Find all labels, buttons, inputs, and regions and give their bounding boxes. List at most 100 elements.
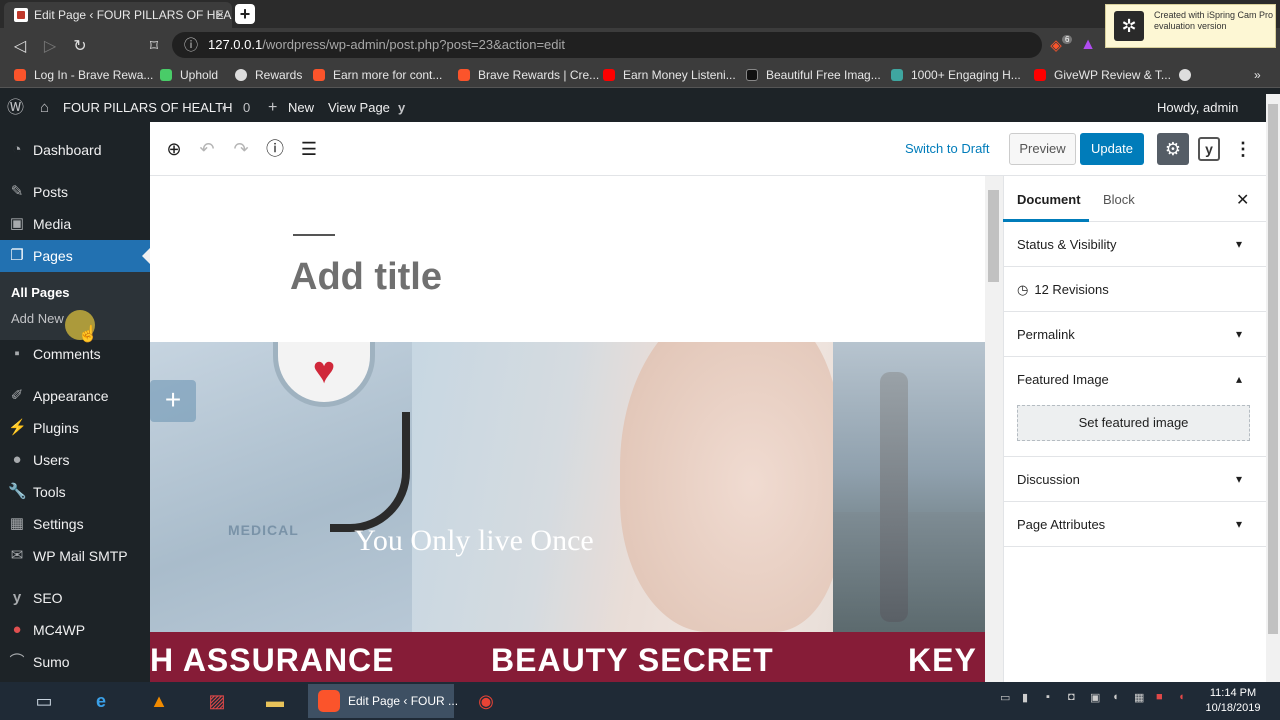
bookmark-item[interactable]: 1000+ Engaging H... — [891, 62, 1021, 88]
settings-gear-icon[interactable]: ⚙ — [1157, 133, 1189, 165]
close-tab-icon[interactable]: × — [216, 2, 224, 28]
volume-icon[interactable]: ◖ — [1112, 691, 1119, 703]
new-tab-button[interactable]: + — [235, 4, 255, 24]
home-icon[interactable]: ⌂ — [40, 94, 49, 122]
brush-icon: ✐ — [10, 387, 24, 404]
desktop-app-icon[interactable]: ▭ — [26, 687, 62, 715]
sidebar-item-appearance[interactable]: ✐ Appearance — [0, 380, 150, 412]
sidebar-item-sumo[interactable]: ⌒ Sumo — [0, 646, 150, 678]
comment-icon: ▪ — [14, 345, 20, 362]
speaker-muted-icon[interactable]: ◖ — [1178, 691, 1185, 703]
taskbar-active-window[interactable]: Edit Page ‹ FOUR ... — [308, 684, 458, 718]
yoast-sidebar-icon[interactable]: y — [1198, 137, 1220, 161]
bookmark-item[interactable] — [1179, 62, 1199, 88]
discussion-section[interactable]: Discussion ▾ — [1003, 457, 1266, 502]
back-icon[interactable]: ◁ — [10, 36, 30, 56]
sidebar-item-label: Plugins — [33, 420, 79, 436]
preview-button[interactable]: Preview — [1009, 133, 1076, 165]
scrollbar-thumb[interactable] — [1268, 104, 1278, 634]
presentation-app-icon[interactable]: ▨ — [199, 687, 235, 715]
sidebar-item-settings[interactable]: ▦ Settings — [0, 508, 150, 540]
tray-icon[interactable]: ▦ — [1134, 691, 1144, 704]
info-icon[interactable]: ⓘ — [264, 138, 286, 160]
forward-icon[interactable]: ▷ — [40, 36, 60, 56]
vlc-icon[interactable]: ▲ — [141, 687, 177, 715]
new-menu[interactable]: New — [288, 94, 314, 122]
bookmark-item[interactable]: Log In - Brave Rewa... — [14, 62, 153, 88]
chrome-icon[interactable]: ◉ — [468, 687, 504, 715]
sidebar-item-seo[interactable]: y SEO — [0, 582, 150, 614]
reload-icon[interactable]: ↻ — [70, 36, 90, 56]
more-options-icon[interactable]: ⋮ — [1234, 137, 1252, 161]
submenu-all-pages[interactable]: All Pages — [11, 285, 70, 300]
page-scrollbar[interactable] — [1266, 94, 1280, 682]
add-block-icon[interactable]: ⊕ — [163, 138, 185, 160]
bookmark-item[interactable]: Earn more for cont... — [313, 62, 442, 88]
brave-rewards-icon[interactable]: ▲ — [1078, 36, 1098, 54]
page-attributes-section[interactable]: Page Attributes ▾ — [1003, 502, 1266, 547]
revisions-section[interactable]: ◷ 12 Revisions — [1003, 267, 1266, 312]
tab-block[interactable]: Block — [1103, 192, 1135, 207]
switch-to-draft-button[interactable]: Switch to Draft — [905, 141, 990, 156]
security-icon[interactable]: ■ — [1156, 691, 1163, 703]
tray-icon[interactable]: ▭ — [1000, 691, 1010, 704]
close-icon[interactable]: ✕ — [1236, 190, 1249, 210]
tray-icon[interactable]: ▪ — [1046, 691, 1050, 703]
bookmark-item[interactable]: Earn Money Listeni... — [603, 62, 736, 88]
tab-document[interactable]: Document — [1017, 192, 1081, 207]
chevron-down-icon: ▾ — [1235, 472, 1242, 486]
taskbar-clock[interactable]: 11:14 PM 10/18/2019 — [1200, 686, 1266, 716]
cover-heading[interactable]: You Only live Once — [150, 524, 798, 558]
clock-date: 10/18/2019 — [1205, 702, 1261, 714]
browser-tab[interactable]: Edit Page ‹ FOUR PILLARS OF HEA × — [4, 2, 232, 28]
sidebar-item-wp-mail-smtp[interactable]: ✉ WP Mail SMTP — [0, 540, 150, 572]
bookmark-item[interactable]: GiveWP Review & T... — [1034, 62, 1171, 88]
sidebar-item-plugins[interactable]: ⚡ Plugins — [0, 412, 150, 444]
sidebar-item-media[interactable]: ▣ Media — [0, 208, 150, 240]
chevron-up-icon[interactable]: ▴ — [1236, 357, 1242, 402]
view-page-link[interactable]: View Page — [328, 94, 390, 122]
media-icon: ▣ — [9, 215, 25, 232]
sidebar-item-pages[interactable]: ❐ Pages — [0, 240, 150, 272]
update-button[interactable]: Update — [1080, 133, 1144, 165]
sidebar-item-comments[interactable]: ▪ Comments — [0, 338, 150, 370]
sidebar-item-mc4wp[interactable]: ● MC4WP — [0, 614, 150, 646]
redo-icon[interactable]: ↷ — [230, 138, 252, 160]
sidebar-item-users[interactable]: ● Users — [0, 444, 150, 476]
yoast-icon[interactable]: y — [398, 94, 405, 122]
info-icon[interactable]: ⓘ — [184, 32, 198, 58]
address-bar[interactable]: ⓘ 127.0.0.1/wordpress/wp-admin/post.php?… — [172, 32, 1042, 58]
comments-icon[interactable]: ▪ — [222, 94, 227, 122]
file-explorer-icon[interactable]: ▬ — [257, 687, 293, 715]
block-navigation-icon[interactable]: ☰ — [298, 138, 320, 160]
internet-explorer-icon[interactable]: e — [83, 687, 119, 715]
network-icon[interactable]: ▮ — [1022, 691, 1028, 704]
permalink-section[interactable]: Permalink ▾ — [1003, 312, 1266, 357]
bookmarks-overflow[interactable]: » — [1254, 62, 1261, 88]
sidebar-item-dashboard[interactable]: ◔ Dashboard — [0, 134, 150, 166]
undo-icon[interactable]: ↶ — [196, 138, 218, 160]
user-icon: ● — [12, 451, 22, 468]
bookmark-item[interactable]: Rewards — [235, 62, 302, 88]
sidebar-item-label: Media — [33, 216, 72, 232]
scrollbar-thumb[interactable] — [988, 190, 999, 282]
submenu-add-new[interactable]: Add New — [11, 311, 64, 326]
cover-block-image[interactable]: + ♥ MEDICAL You Only live Once — [150, 342, 985, 632]
bookmark-item[interactable]: Brave Rewards | Cre... — [458, 62, 599, 88]
title-input[interactable]: Add title — [290, 256, 442, 299]
wordpress-logo-icon[interactable]: Ⓦ — [7, 94, 24, 122]
plus-icon: + — [268, 99, 278, 116]
bookmark-icon[interactable]: ⌑ — [144, 36, 164, 56]
status-visibility-section[interactable]: Status & Visibility ▾ — [1003, 222, 1266, 267]
site-name[interactable]: FOUR PILLARS OF HEALTH — [63, 94, 233, 122]
tray-icon[interactable]: ◘ — [1068, 691, 1075, 703]
howdy-admin[interactable]: Howdy, admin — [1157, 94, 1238, 122]
sidebar-item-tools[interactable]: 🔧 Tools — [0, 476, 150, 508]
set-featured-image-button[interactable]: Set featured image — [1017, 405, 1250, 441]
bookmark-item[interactable]: Uphold — [160, 62, 218, 88]
bookmark-item[interactable]: Beautiful Free Imag... — [746, 62, 881, 88]
sidebar-item-posts[interactable]: ✎ Posts — [0, 176, 150, 208]
section-title[interactable]: Featured Image — [1017, 372, 1109, 387]
canvas-scrollbar[interactable] — [985, 176, 1003, 682]
tray-icon[interactable]: ▣ — [1090, 691, 1100, 704]
